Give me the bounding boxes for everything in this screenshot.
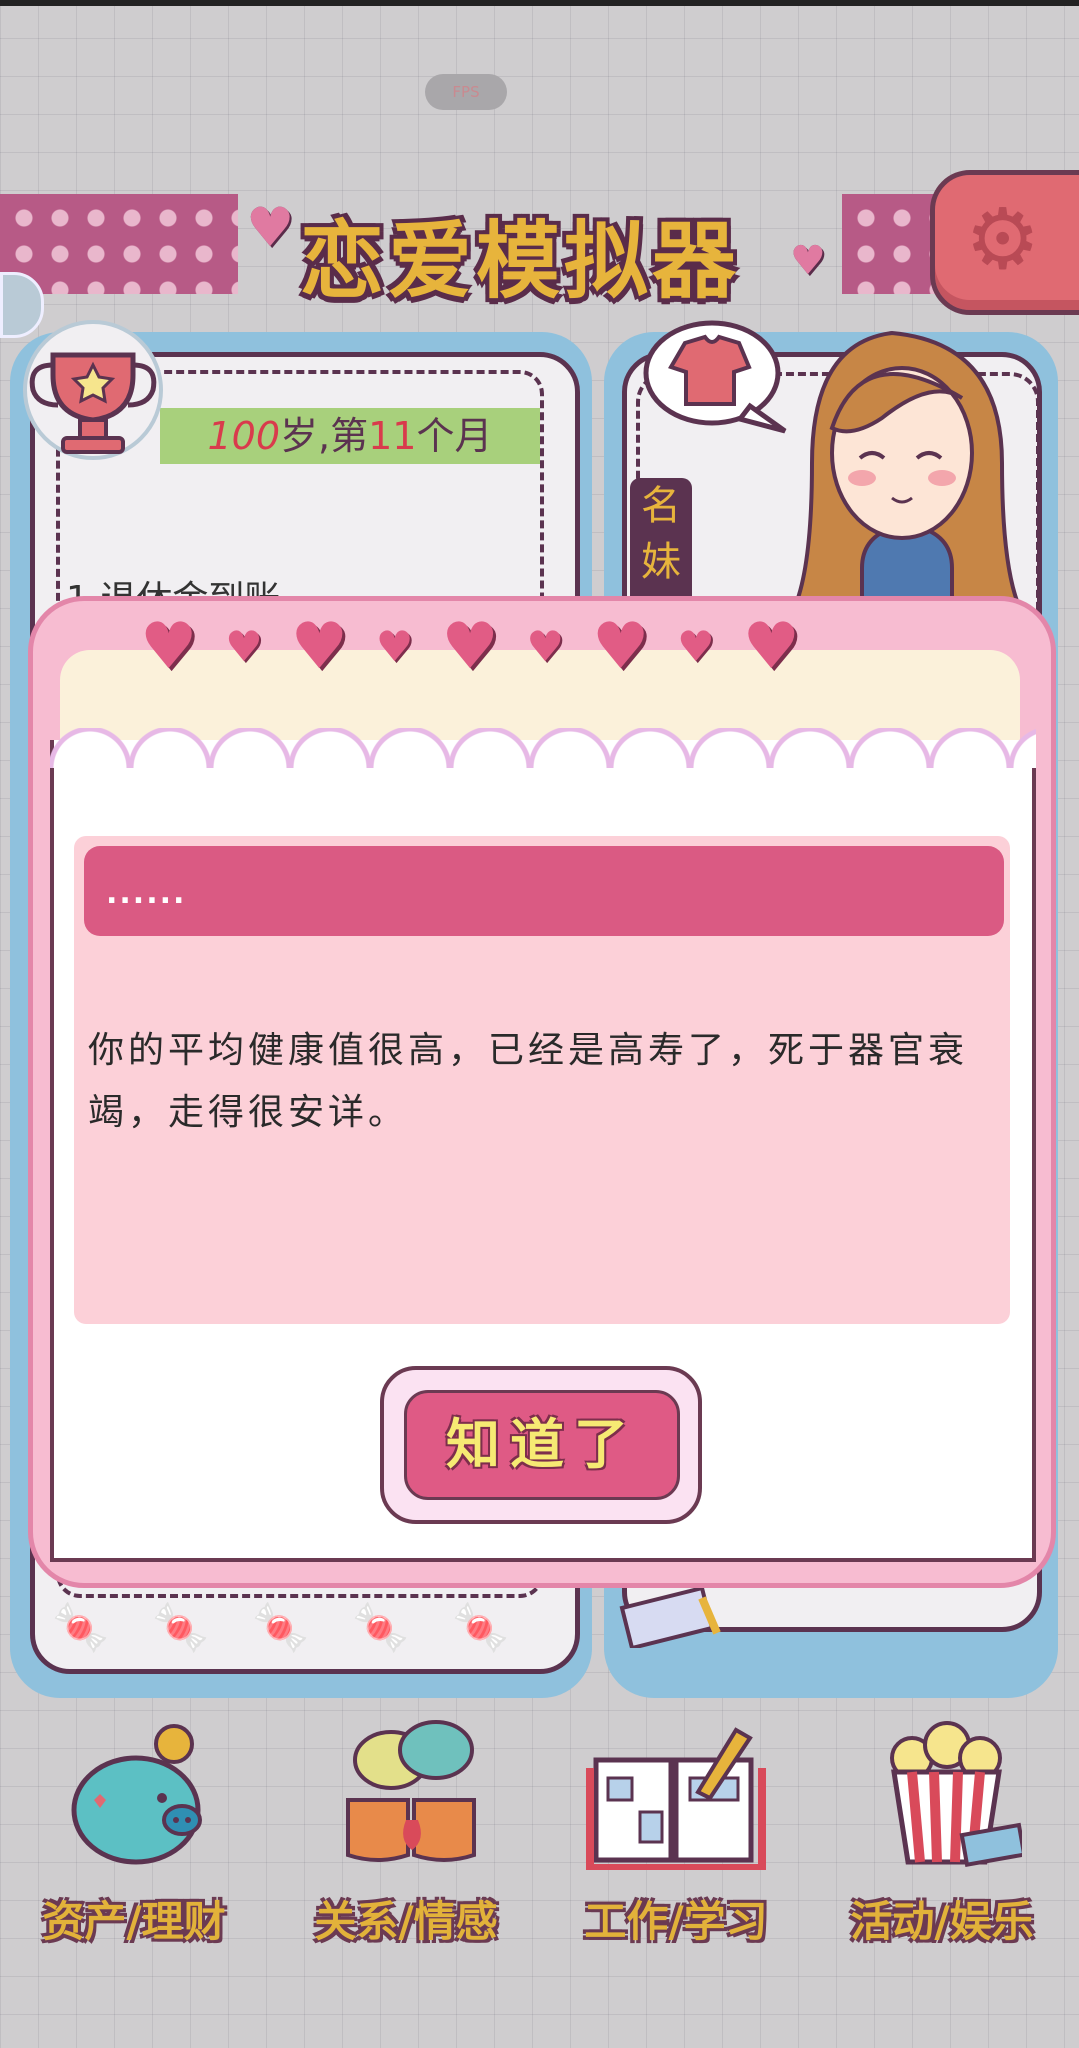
nav-label: 活动/娱乐 [850,1897,1034,1946]
notebook-icon [586,1727,766,1870]
gear-icon: ⚙ [965,190,1041,288]
coffee-cups-icon [346,1720,476,1862]
header-tape-left [0,194,238,294]
confirm-button[interactable]: 知道了 [404,1390,680,1500]
heart-icon: ♥ [742,610,800,684]
settings-button[interactable]: ⚙ [930,170,1079,315]
message-text: 你的平均健康值很高，已经是高寿了，死于器官衰竭，走得很安详。 [88,1030,969,1133]
nav-label: 工作/学习 [584,1897,768,1946]
piggy-bank-icon [71,1724,202,1865]
app-title: 恋爱模拟器 [300,212,741,310]
heart-icon: ♥ [677,622,715,671]
nav-activity-button[interactable]: 活动/娱乐 [822,1720,1062,1960]
heart-icon: ♥ [290,610,349,684]
candy-icon: 🍬 [152,1600,210,1654]
popcorn-icon [890,1721,1022,1867]
girl-avatar [792,330,1022,608]
candy-icon: 🍬 [52,1600,110,1654]
fps-indicator: FPS [425,74,507,110]
heart-icon: ♥ [140,610,198,684]
nav-work-button[interactable]: 工作/学习 [556,1720,796,1960]
candy-icon: 🍬 [452,1600,510,1654]
heart-icon: ♥ [375,622,414,671]
nav-label: 关系/情感 [314,1897,498,1946]
heart-icon: ♥ [441,610,499,684]
nav-finance-button[interactable]: 资产/理财 [14,1720,254,1960]
heart-decoration-icon: ♥ [246,196,295,259]
heart-icon: ♥ [526,622,565,671]
candy-wrapper-icon [619,1585,721,1648]
heart-icon: ♥ [225,622,263,671]
heart-icon: ♥ [591,610,650,684]
nav-label: 资产/理财 [42,1897,226,1946]
scallop-border [50,728,1036,768]
age-badge: 100岁,第11个月 [160,408,540,464]
nav-relationship-button[interactable]: 关系/情感 [286,1720,526,1960]
trophy-icon [23,320,163,460]
message-header: ...... [84,846,1004,936]
confirm-button-frame: 知道了 [380,1366,702,1524]
candy-icon: 🍬 [252,1600,310,1654]
status-bar [0,0,1079,6]
dialog-hearts-row: ♥ ♥ ♥ ♥ ♥ ♥ ♥ ♥ ♥ [140,612,800,682]
candy-icon: 🍬 [352,1600,410,1654]
character-name-tag: 名妹 [630,478,692,608]
